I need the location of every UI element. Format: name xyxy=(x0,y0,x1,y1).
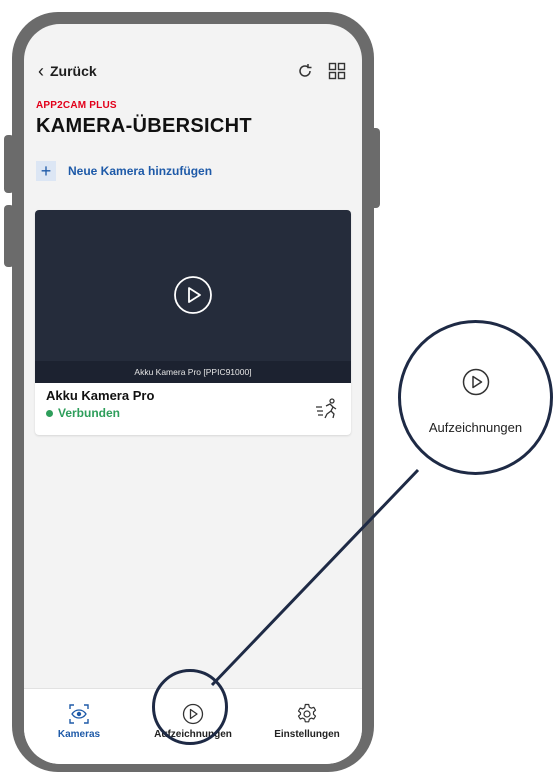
app-screen: ‹ Zurück APP2CAM PLUS KAMERA-ÜBERSICHT +… xyxy=(24,24,362,764)
brand-label: APP2CAM PLUS xyxy=(36,100,117,111)
grid-view-icon[interactable] xyxy=(328,62,346,80)
callout-highlight xyxy=(152,669,228,745)
chevron-left-icon: ‹ xyxy=(38,61,44,81)
plus-icon: + xyxy=(36,161,56,181)
back-button[interactable]: ‹ Zurück xyxy=(38,62,97,80)
status-dot-icon xyxy=(46,409,53,417)
play-circle-icon xyxy=(462,368,490,396)
status-text: Verbunden xyxy=(58,406,121,420)
status-badge: Verbunden xyxy=(46,406,120,420)
nav-label: Kameras xyxy=(57,729,101,740)
top-bar: ‹ Zurück xyxy=(38,62,348,86)
back-label: Zurück xyxy=(50,63,97,79)
refresh-icon[interactable] xyxy=(296,62,314,80)
nav-einstellungen[interactable]: Einstellungen xyxy=(252,689,362,749)
camera-name: Akku Kamera Pro xyxy=(46,388,155,403)
nav-kameras[interactable]: Kameras xyxy=(24,689,134,749)
add-camera-button[interactable]: + Neue Kamera hinzufügen xyxy=(36,161,212,181)
page-title: KAMERA-ÜBERSICHT xyxy=(36,115,252,137)
motion-detection-icon[interactable] xyxy=(315,398,339,420)
nav-label: Einstellungen xyxy=(274,729,340,740)
gear-icon xyxy=(297,703,317,723)
top-actions xyxy=(296,62,346,80)
camera-caption: Akku Kamera Pro [PPIC91000] xyxy=(35,361,351,383)
camera-preview[interactable]: Akku Kamera Pro [PPIC91000] xyxy=(35,210,351,383)
camera-eye-icon xyxy=(69,704,89,724)
callout-magnifier: Aufzeichnungen xyxy=(398,320,553,475)
callout-label: Aufzeichnungen xyxy=(428,420,523,435)
play-circle-icon[interactable] xyxy=(173,275,213,315)
add-camera-label: Neue Kamera hinzufügen xyxy=(68,164,213,178)
camera-card[interactable]: Akku Kamera Pro [PPIC91000] Akku Kamera … xyxy=(35,210,351,435)
